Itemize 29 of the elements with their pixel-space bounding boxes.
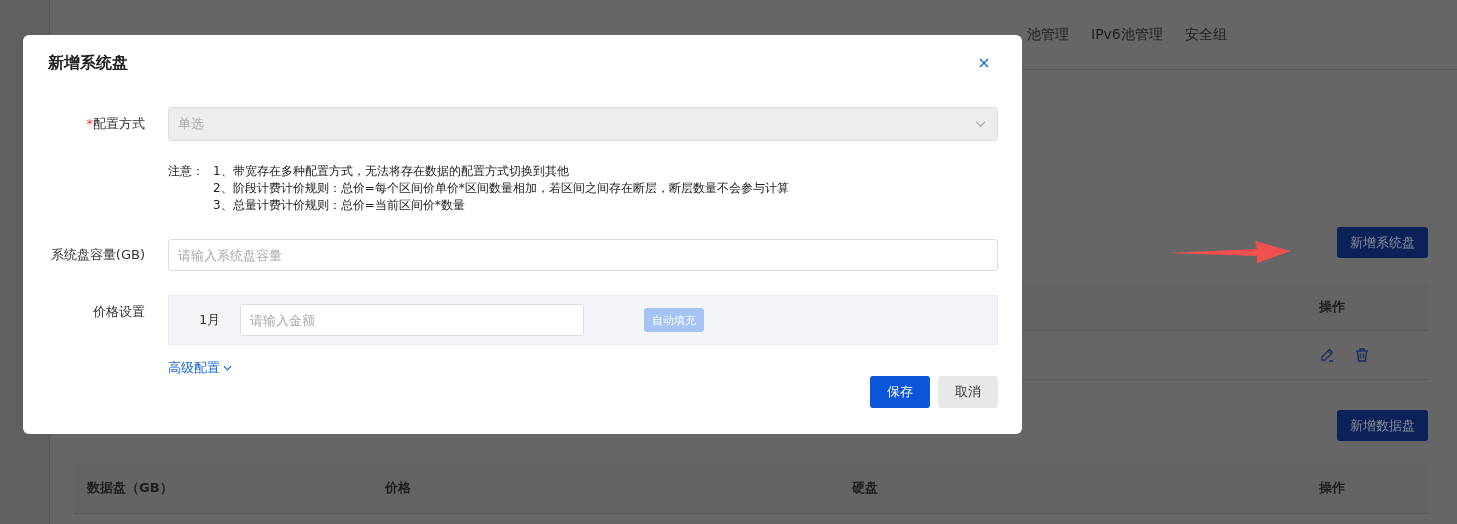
save-button[interactable]: 保存: [870, 376, 930, 408]
field-label: *配置方式: [85, 115, 146, 133]
cancel-button[interactable]: 取消: [938, 376, 998, 408]
tab[interactable]: IPv6池管理: [1091, 25, 1163, 44]
capacity-input[interactable]: 请输入系统盘容量: [168, 239, 998, 271]
field-label: 系统盘容量(GB): [49, 246, 146, 264]
notice-text: 1、带宽存在多种配置方式，无法将存在数据的配置方式切换到其他: [213, 163, 570, 180]
column-header: 操作: [1319, 479, 1346, 497]
notice-label: 注意：: [168, 163, 205, 180]
trash-icon[interactable]: [1354, 347, 1370, 363]
field-label: 价格设置: [92, 303, 146, 321]
column-header: 价格: [385, 479, 412, 497]
column-header: 数据盘（GB）: [87, 479, 174, 497]
add-data-disk-button[interactable]: 新增数据盘: [1337, 410, 1428, 441]
period-label: 1月: [199, 311, 221, 329]
edit-icon[interactable]: [1319, 347, 1335, 363]
chevron-down-icon: [975, 120, 986, 128]
tab[interactable]: 安全组: [1184, 25, 1227, 44]
add-system-disk-button[interactable]: 新增系统盘: [1337, 227, 1428, 258]
notice-text: 3、总量计费计价规则：总价=当前区间价*数量: [213, 197, 466, 214]
notice-text: 2、阶段计费计价规则：总价=每个区间价单价*区间数量相加，若区间之间存在断层，断层数量不会参与计算: [213, 180, 789, 197]
column-header: 操作: [1319, 298, 1346, 316]
amount-input[interactable]: 请输入金额: [240, 304, 585, 336]
column-header: 硬盘: [852, 479, 879, 497]
tab[interactable]: 池管理: [1027, 25, 1069, 44]
close-icon[interactable]: [979, 58, 989, 68]
chevron-down-icon: [223, 365, 232, 371]
advanced-config-link[interactable]: 高级配置: [168, 359, 232, 377]
dialog-title: 新增系统盘: [48, 52, 128, 74]
